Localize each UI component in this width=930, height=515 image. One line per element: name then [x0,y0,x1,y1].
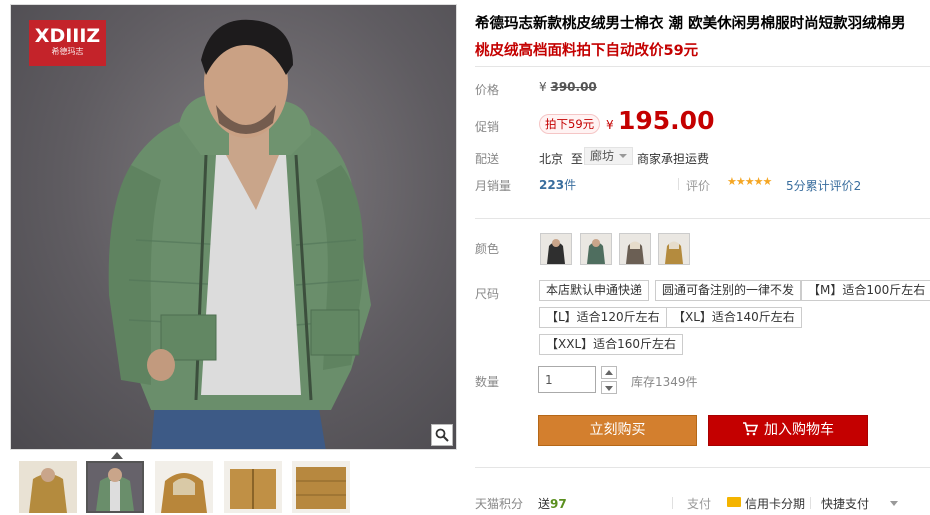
color-swatch-khaki[interactable] [658,233,690,265]
product-subtitle: 桃皮绒高档面料拍下自动改价59元 [475,43,699,59]
separator [678,178,679,190]
review-label: 评价 [686,179,711,193]
quantity-label: 数量 [475,375,500,389]
destination-value: 廊坊 [590,149,615,163]
shipping-label: 配送 [475,152,500,166]
ship-from: 北京 至 [539,150,583,167]
sale-price-currency: ¥ [606,118,614,132]
quantity-decrease-button[interactable] [601,381,617,394]
size-option-l[interactable]: 【L】适合120斤左右 [539,307,667,328]
promo-label: 促销 [475,120,500,134]
brand-logo: XDIIIZ 希德玛志 [29,20,106,66]
size-option-xl[interactable]: 【XL】适合140斤左右 [666,307,802,328]
ship-to-word: 至 [570,152,583,166]
thumbnail-4[interactable] [224,461,282,513]
monthly-sales: 223件 [539,176,576,193]
quantity-increase-button[interactable] [601,366,617,379]
add-to-cart-button[interactable]: 加入购物车 [708,415,868,446]
separator [672,497,673,509]
thumbnail-5[interactable] [292,461,350,513]
monthly-sales-label: 月销量 [475,179,512,193]
points-prefix: 送 [538,497,551,511]
thumbnail-1[interactable] [19,461,77,513]
monthly-sales-unit: 件 [564,178,577,192]
payment-label: 支付 [687,497,712,511]
size-option-1[interactable]: 本店默认申通快递 [539,280,650,301]
buy-now-button[interactable]: 立刻购买 [538,415,697,446]
size-label: 尺码 [475,287,500,301]
add-to-cart-label: 加入购物车 [764,422,834,438]
quantity-input[interactable] [538,366,596,393]
review-summary-link[interactable]: 5分累计评价2 [786,177,861,194]
destination-select[interactable]: 廊坊 [584,147,634,165]
quick-pay-link[interactable]: 快捷支付 [821,495,869,512]
color-label: 颜色 [475,242,500,256]
ship-origin: 北京 [539,152,564,166]
credit-installment-link[interactable]: 信用卡分期 [745,495,805,512]
color-swatch-black[interactable] [540,233,572,265]
price-label: 价格 [475,83,500,97]
shipping-fee: 商家承担运费 [637,152,710,166]
brand-sub: 希德玛志 [51,47,84,56]
brand-mark: XDIIIZ [34,25,101,47]
thumbnail-strip [19,459,359,515]
chevron-down-icon [619,154,628,158]
size-option-2[interactable]: 圆通可备注别的一律不发 [655,280,802,301]
separator [810,497,811,509]
magnifier-icon [435,428,449,442]
credit-card-icon [727,497,741,507]
divider-mid [475,218,930,219]
product-title: 希德玛志新款桃皮绒男士棉衣 潮 欧美休闲男棉服时尚短款羽绒棉男 [475,16,906,32]
points-amount: 97 [550,497,567,511]
thumbnail-3[interactable] [155,461,213,513]
chevron-down-icon[interactable] [890,501,898,506]
color-swatch-green[interactable] [580,233,612,265]
color-swatch-grey[interactable] [619,233,651,265]
divider-bottom [475,467,930,468]
rating-stars-icon: ★★★★★ [727,175,772,188]
promo-tag: 拍下59元 [539,114,601,134]
points-label: 天猫积分 [475,497,524,511]
cart-icon [743,421,758,435]
stock-count: 库存1349件 [631,375,698,389]
original-price-value: 390.00 [550,80,597,94]
thumbnail-2[interactable] [86,461,144,513]
original-price: ¥ 390.00 [539,80,597,94]
original-price-currency: ¥ [539,80,547,94]
divider-top [475,66,930,67]
sale-price: 195.00 [618,106,715,135]
points-value: 送97 [538,495,567,512]
zoom-button[interactable] [431,424,453,446]
main-product-image[interactable]: XDIIIZ 希德玛志 [10,4,457,450]
size-option-xxl[interactable]: 【XXL】适合160斤左右 [539,334,684,355]
model-illustration [108,19,371,449]
size-option-m[interactable]: 【M】适合100斤左右 [801,280,930,301]
active-thumb-indicator [111,452,123,459]
monthly-sales-count: 223 [539,178,565,192]
